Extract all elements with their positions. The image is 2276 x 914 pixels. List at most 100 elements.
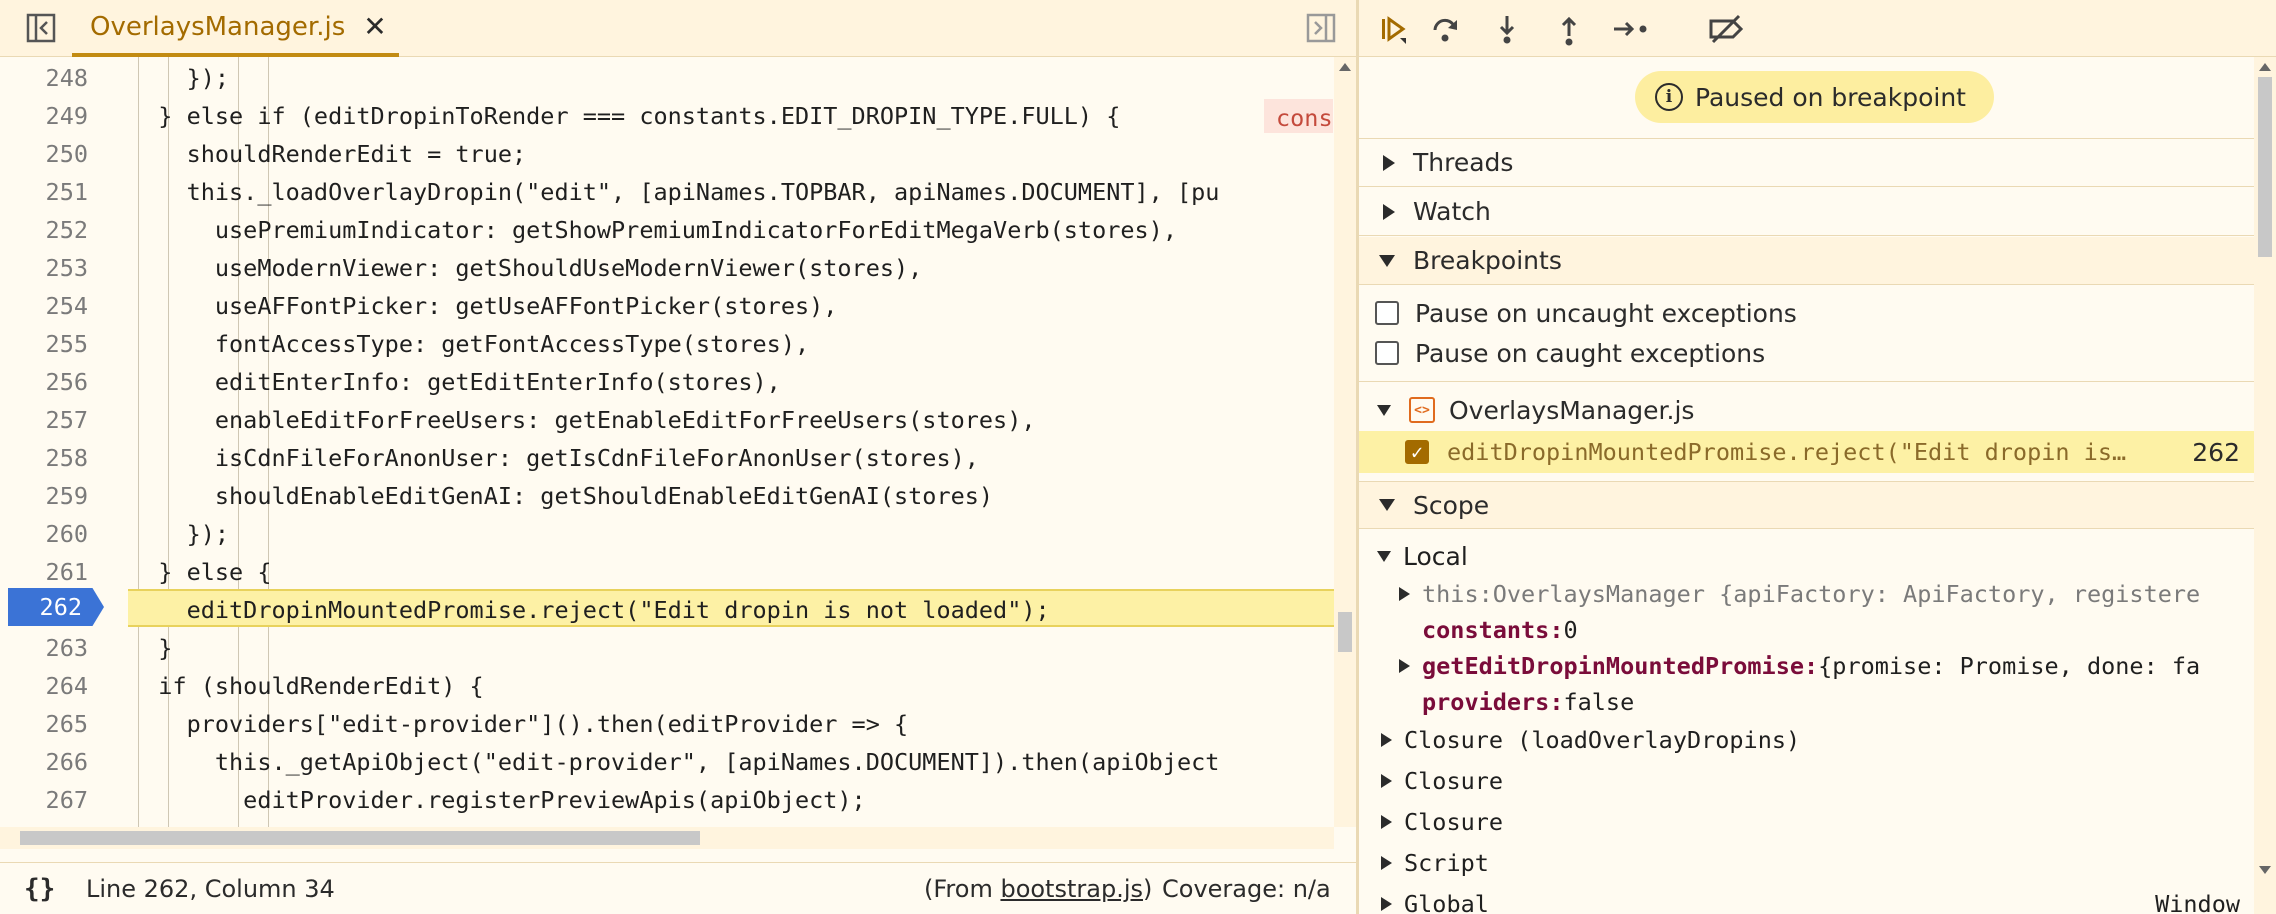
- line-number[interactable]: 259: [0, 477, 88, 515]
- breakpoint-file-row[interactable]: <> OverlaysManager.js: [1359, 389, 2254, 431]
- step-out-icon[interactable]: [1549, 10, 1589, 48]
- line-number[interactable]: 253: [0, 249, 88, 287]
- pause-uncaught-row[interactable]: Pause on uncaught exceptions: [1359, 293, 2254, 333]
- line-number[interactable]: 256: [0, 363, 88, 401]
- var-key: this:: [1422, 580, 1493, 608]
- scope-global[interactable]: Global Window: [1359, 886, 2254, 914]
- deactivate-breakpoints-icon[interactable]: [1707, 10, 1747, 48]
- code-line[interactable]: 256 editEnterInfo: getEditEnterInfo(stor…: [0, 363, 1334, 401]
- line-code: });: [130, 520, 230, 548]
- code-line[interactable]: 265 providers["edit-provider"]().then(ed…: [0, 705, 1334, 743]
- scope-label: Closure: [1404, 808, 1504, 836]
- code-line[interactable]: 248 });: [0, 59, 1334, 97]
- code-line[interactable]: 266 this._getApiObject("edit-provider", …: [0, 743, 1334, 781]
- pretty-print-icon[interactable]: {}: [24, 874, 55, 904]
- code-line[interactable]: 253 useModernViewer: getShouldUseModernV…: [0, 249, 1334, 287]
- scroll-up-icon[interactable]: [2259, 63, 2271, 71]
- scope-var-this[interactable]: this: OverlaysManager {apiFactory: ApiFa…: [1359, 576, 2254, 612]
- code-line[interactable]: 259 shouldEnableEditGenAI: getShouldEnab…: [0, 477, 1334, 515]
- line-number[interactable]: 249: [0, 97, 88, 135]
- line-number[interactable]: 260: [0, 515, 88, 553]
- line-number[interactable]: 258: [0, 439, 88, 477]
- code-line[interactable]: 251 this._loadOverlayDropin("edit", [api…: [0, 173, 1334, 211]
- scope-closure[interactable]: Closure: [1359, 804, 2254, 840]
- code-line[interactable]: 264 if (shouldRenderEdit) {: [0, 667, 1334, 705]
- line-code: providers["edit-provider"]().then(editPr…: [130, 710, 909, 738]
- code-line[interactable]: 257 enableEditForFreeUsers: getEnableEdi…: [0, 401, 1334, 439]
- source-link[interactable]: bootstrap.js: [1000, 875, 1143, 903]
- line-code: editEnterInfo: getEditEnterInfo(stores),: [130, 368, 781, 396]
- code-line[interactable]: 260 });: [0, 515, 1334, 553]
- var-key: constants:: [1422, 616, 1564, 644]
- toggle-navigator-icon[interactable]: [24, 11, 58, 45]
- pause-uncaught-checkbox[interactable]: [1375, 301, 1399, 325]
- line-number[interactable]: 263: [0, 629, 88, 667]
- code-area[interactable]: 248 }); 249 } else if (editDropinToRende…: [0, 57, 1334, 827]
- code-line[interactable]: 252 usePremiumIndicator: getShowPremiumI…: [0, 211, 1334, 249]
- line-number[interactable]: 264: [0, 667, 88, 705]
- line-number[interactable]: 261: [0, 553, 88, 591]
- line-number[interactable]: 248: [0, 59, 88, 97]
- section-watch[interactable]: Watch: [1359, 188, 2254, 236]
- scrollbar-thumb[interactable]: [2258, 77, 2272, 257]
- code-line[interactable]: 258 isCdnFileForAnonUser: getIsCdnFileFo…: [0, 439, 1334, 477]
- line-number[interactable]: 265: [0, 705, 88, 743]
- var-value: 0: [1563, 616, 1578, 644]
- scope-var-getedit[interactable]: getEditDropinMountedPromise: {promise: P…: [1359, 648, 2254, 684]
- scope-local[interactable]: Local: [1359, 538, 2254, 574]
- scope-var-constants[interactable]: constants: 0: [1359, 612, 2254, 648]
- code-line[interactable]: 263 }: [0, 629, 1334, 667]
- step-into-icon[interactable]: [1487, 10, 1527, 48]
- pause-caught-row[interactable]: Pause on caught exceptions: [1359, 333, 2254, 373]
- editor-statusbar: {} Line 262, Column 34 (From bootstrap.j…: [0, 862, 1356, 914]
- line-number[interactable]: 257: [0, 401, 88, 439]
- current-line-highlight[interactable]: editDropinMountedPromise.reject("Edit dr…: [128, 589, 1334, 627]
- step-icon[interactable]: [1611, 10, 1651, 48]
- line-code: usePremiumIndicator: getShowPremiumIndic…: [130, 216, 1177, 244]
- line-number[interactable]: 254: [0, 287, 88, 325]
- section-breakpoints[interactable]: Breakpoints: [1359, 237, 2254, 285]
- scope-label: Local: [1403, 541, 1468, 571]
- breakpoint-enabled-checkbox[interactable]: ✓: [1405, 440, 1429, 464]
- scope-closure[interactable]: Closure (loadOverlayDropins): [1359, 722, 2254, 758]
- toggle-debugger-icon[interactable]: [1304, 11, 1338, 45]
- debugger-vertical-scrollbar[interactable]: [2254, 57, 2276, 914]
- resume-icon[interactable]: [1373, 10, 1413, 48]
- line-number[interactable]: 267: [0, 781, 88, 819]
- breakpoint-item[interactable]: ✓ editDropinMountedPromise.reject("Edit …: [1359, 431, 2254, 473]
- section-threads[interactable]: Threads: [1359, 139, 2254, 187]
- scope-var-providers[interactable]: providers: false: [1359, 684, 2254, 720]
- tab-overlays-manager[interactable]: OverlaysManager.js ✕: [72, 0, 399, 57]
- line-code: editProvider.registerPreviewApis(apiObje…: [130, 786, 866, 814]
- code-line[interactable]: 254 useAFFontPicker: getUseAFFontPicker(…: [0, 287, 1334, 325]
- code-line[interactable]: 267 editProvider.registerPreviewApis(api…: [0, 781, 1334, 819]
- editor-vertical-scrollbar[interactable]: [1334, 57, 1356, 827]
- pause-caught-checkbox[interactable]: [1375, 341, 1399, 365]
- scroll-up-icon[interactable]: [1339, 63, 1351, 71]
- breakpoint-snippet: editDropinMountedPromise.reject("Edit dr…: [1447, 438, 2127, 466]
- code-line[interactable]: 250 shouldRenderEdit = true;: [0, 135, 1334, 173]
- line-number[interactable]: 250: [0, 135, 88, 173]
- section-label: Scope: [1413, 490, 1490, 520]
- scroll-down-icon[interactable]: [2259, 866, 2271, 874]
- var-key: providers:: [1422, 688, 1564, 716]
- info-icon: i: [1655, 83, 1683, 111]
- code-line[interactable]: 249 } else if (editDropinToRender === co…: [0, 97, 1334, 135]
- scrollbar-thumb[interactable]: [1338, 612, 1352, 652]
- code-line[interactable]: 255 fontAccessType: getFontAccessType(st…: [0, 325, 1334, 363]
- breakpoint-marker[interactable]: 262: [8, 588, 104, 626]
- line-number[interactable]: 252: [0, 211, 88, 249]
- line-code: if (shouldRenderEdit) {: [130, 672, 484, 700]
- line-number[interactable]: 266: [0, 743, 88, 781]
- section-scope[interactable]: Scope: [1359, 481, 2254, 529]
- scope-script[interactable]: Script: [1359, 845, 2254, 881]
- line-number[interactable]: 251: [0, 173, 88, 211]
- code-line[interactable]: 261 } else {: [0, 553, 1334, 591]
- line-number[interactable]: 255: [0, 325, 88, 363]
- scrollbar-thumb[interactable]: [20, 831, 700, 845]
- script-file-icon: <>: [1409, 397, 1435, 423]
- close-icon[interactable]: ✕: [363, 12, 386, 41]
- step-over-icon[interactable]: [1425, 10, 1465, 48]
- editor-horizontal-scrollbar[interactable]: [0, 827, 1334, 849]
- scope-closure[interactable]: Closure: [1359, 763, 2254, 799]
